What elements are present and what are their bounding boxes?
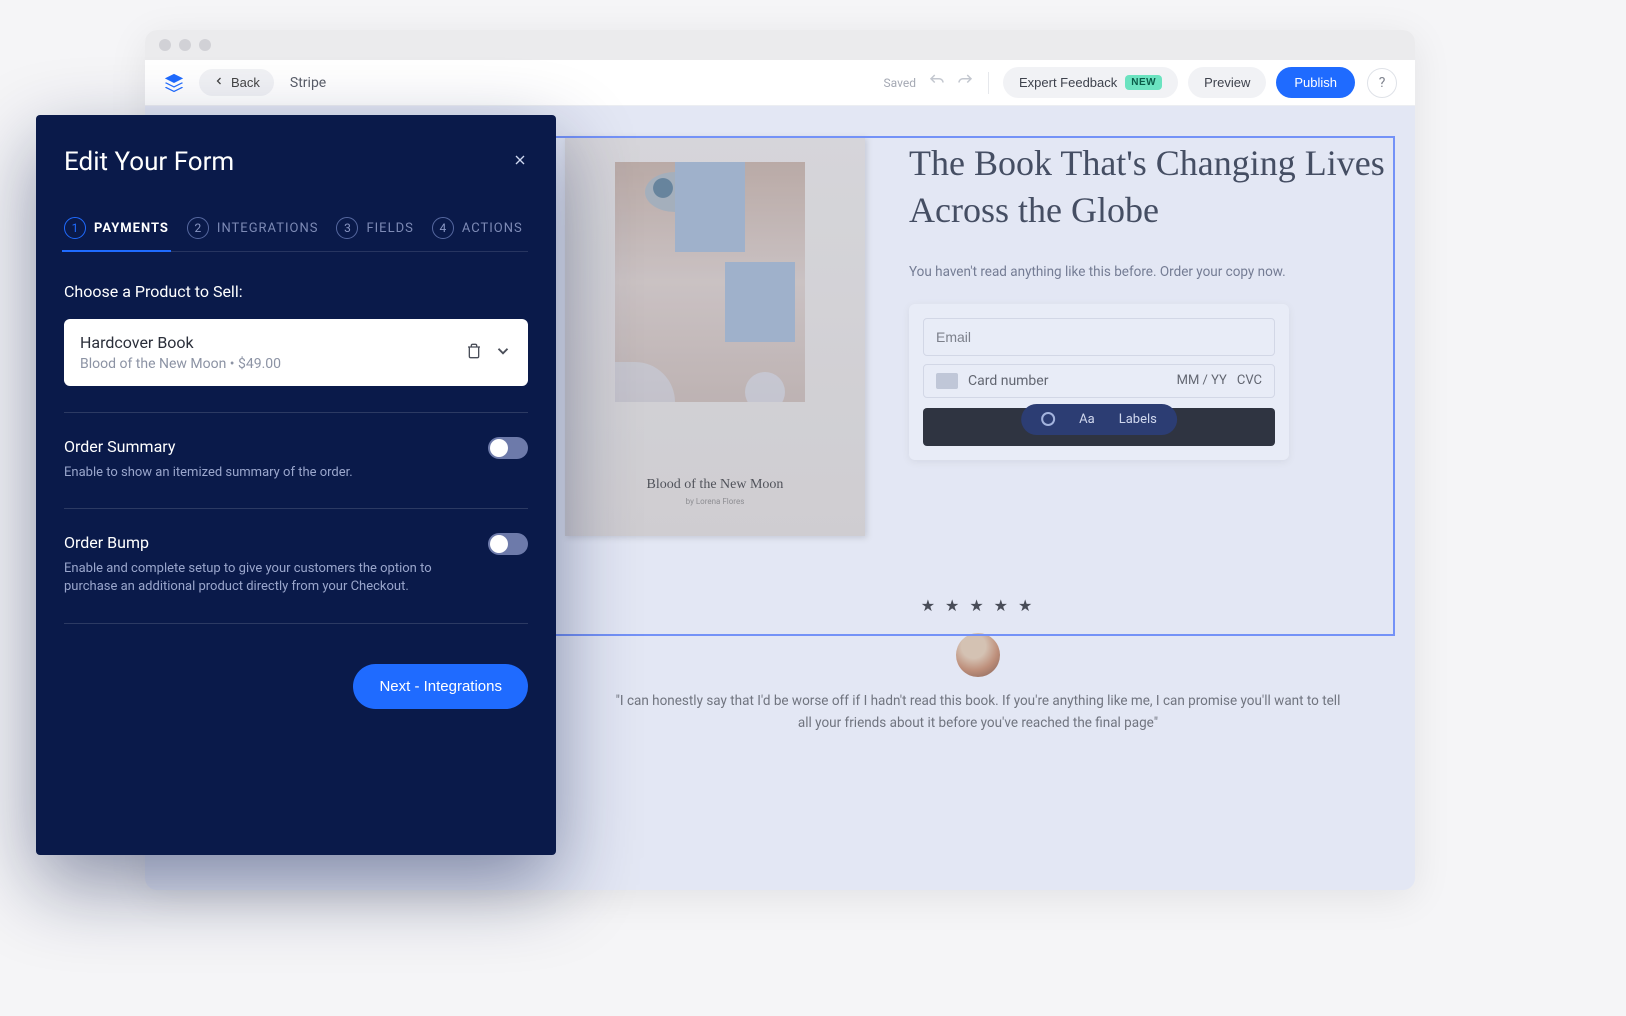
back-label: Back <box>231 75 260 90</box>
chevron-down-icon[interactable] <box>494 342 512 364</box>
card-input-row[interactable]: Card number MM / YY CVC <box>923 364 1275 398</box>
product-selector[interactable]: Hardcover Book Blood of the New Moon • $… <box>64 319 528 386</box>
tab-label: FIELDS <box>366 221 413 236</box>
back-arrow-icon <box>213 75 225 90</box>
divider <box>64 412 528 413</box>
form-editor-panel: Edit Your Form 1 PAYMENTS 2 INTEGRATIONS… <box>36 115 556 855</box>
app-logo-icon[interactable] <box>163 72 185 94</box>
order-bump-row: Order Bump Enable and complete setup to … <box>64 533 528 596</box>
order-bump-toggle[interactable] <box>488 533 528 555</box>
tab-fields[interactable]: 3 FIELDS <box>336 217 413 239</box>
card-cvc-label: CVC <box>1237 373 1262 388</box>
expert-feedback-label: Expert Feedback <box>1019 75 1117 90</box>
app-toolbar: Back Stripe Saved Expert Feedback NEW Pr… <box>145 60 1415 106</box>
hero-subtext: You haven't read anything like this befo… <box>909 262 1391 282</box>
email-input[interactable] <box>923 318 1275 356</box>
undo-icon[interactable] <box>928 72 946 94</box>
card-icon <box>936 373 958 389</box>
traffic-light-dot <box>179 39 191 51</box>
color-swatch-icon[interactable] <box>1041 412 1055 426</box>
expert-feedback-button[interactable]: Expert Feedback NEW <box>1003 67 1178 98</box>
tab-label: PAYMENTS <box>94 221 169 236</box>
next-button[interactable]: Next - Integrations <box>353 664 528 709</box>
book-cover-title: Blood of the New Moon <box>565 477 865 493</box>
product-title: Hardcover Book <box>80 333 454 352</box>
tab-label: INTEGRATIONS <box>217 221 319 236</box>
tab-number: 1 <box>64 217 86 239</box>
choose-product-heading: Choose a Product to Sell: <box>64 282 528 301</box>
style-toolbar[interactable]: Aa Labels <box>1021 404 1177 435</box>
card-expiry-label: MM / YY <box>1177 373 1227 388</box>
tab-number: 4 <box>432 217 454 239</box>
order-summary-title: Order Summary <box>64 437 353 456</box>
tab-integrations[interactable]: 2 INTEGRATIONS <box>187 217 319 239</box>
book-cover-author: by Lorena Flores <box>565 497 865 506</box>
card-number-label: Card number <box>968 373 1167 389</box>
back-button[interactable]: Back <box>199 69 274 96</box>
divider <box>988 72 989 94</box>
order-summary-row: Order Summary Enable to show an itemized… <box>64 437 528 482</box>
saved-status: Saved <box>884 76 916 90</box>
traffic-light-dot <box>199 39 211 51</box>
checkout-form: Card number MM / YY CVC Aa Labels <box>909 304 1289 460</box>
breadcrumb: Stripe <box>290 75 326 91</box>
labels-button[interactable]: Labels <box>1119 412 1157 427</box>
order-summary-desc: Enable to show an itemized summary of th… <box>64 464 353 482</box>
browser-chrome <box>145 30 1415 60</box>
tab-actions[interactable]: 4 ACTIONS <box>432 217 523 239</box>
tab-payments[interactable]: 1 PAYMENTS <box>64 217 169 239</box>
divider <box>64 623 528 624</box>
trash-icon[interactable] <box>466 343 482 363</box>
publish-button[interactable]: Publish <box>1276 67 1355 98</box>
avatar <box>956 633 1000 677</box>
order-bump-desc: Enable and complete setup to give your c… <box>64 560 468 596</box>
traffic-light-dot <box>159 39 171 51</box>
testimonial-quote: "I can honestly say that I'd be worse of… <box>608 691 1348 734</box>
new-badge: NEW <box>1125 75 1162 90</box>
tab-number: 3 <box>336 217 358 239</box>
product-subtitle: Blood of the New Moon • $49.00 <box>80 356 454 372</box>
book-cover-image: Blood of the New Moon by Lorena Flores <box>565 136 865 536</box>
redo-icon[interactable] <box>956 72 974 94</box>
hero-headline: The Book That's Changing Lives Across th… <box>909 140 1391 234</box>
panel-title: Edit Your Form <box>64 147 234 177</box>
order-summary-toggle[interactable] <box>488 437 528 459</box>
order-bump-title: Order Bump <box>64 533 468 552</box>
preview-button[interactable]: Preview <box>1188 67 1266 98</box>
typography-button[interactable]: Aa <box>1079 412 1095 427</box>
history-controls <box>928 72 974 94</box>
testimonial-section: ★ ★ ★ ★ ★ "I can honestly say that I'd b… <box>565 596 1391 734</box>
star-rating: ★ ★ ★ ★ ★ <box>565 596 1391 615</box>
panel-tabs: 1 PAYMENTS 2 INTEGRATIONS 3 FIELDS 4 ACT… <box>64 217 528 252</box>
help-button[interactable]: ? <box>1367 68 1397 98</box>
tab-label: ACTIONS <box>462 221 523 236</box>
close-button[interactable] <box>512 152 528 173</box>
tab-number: 2 <box>187 217 209 239</box>
divider <box>64 508 528 509</box>
submit-bar[interactable]: Aa Labels <box>923 408 1275 446</box>
